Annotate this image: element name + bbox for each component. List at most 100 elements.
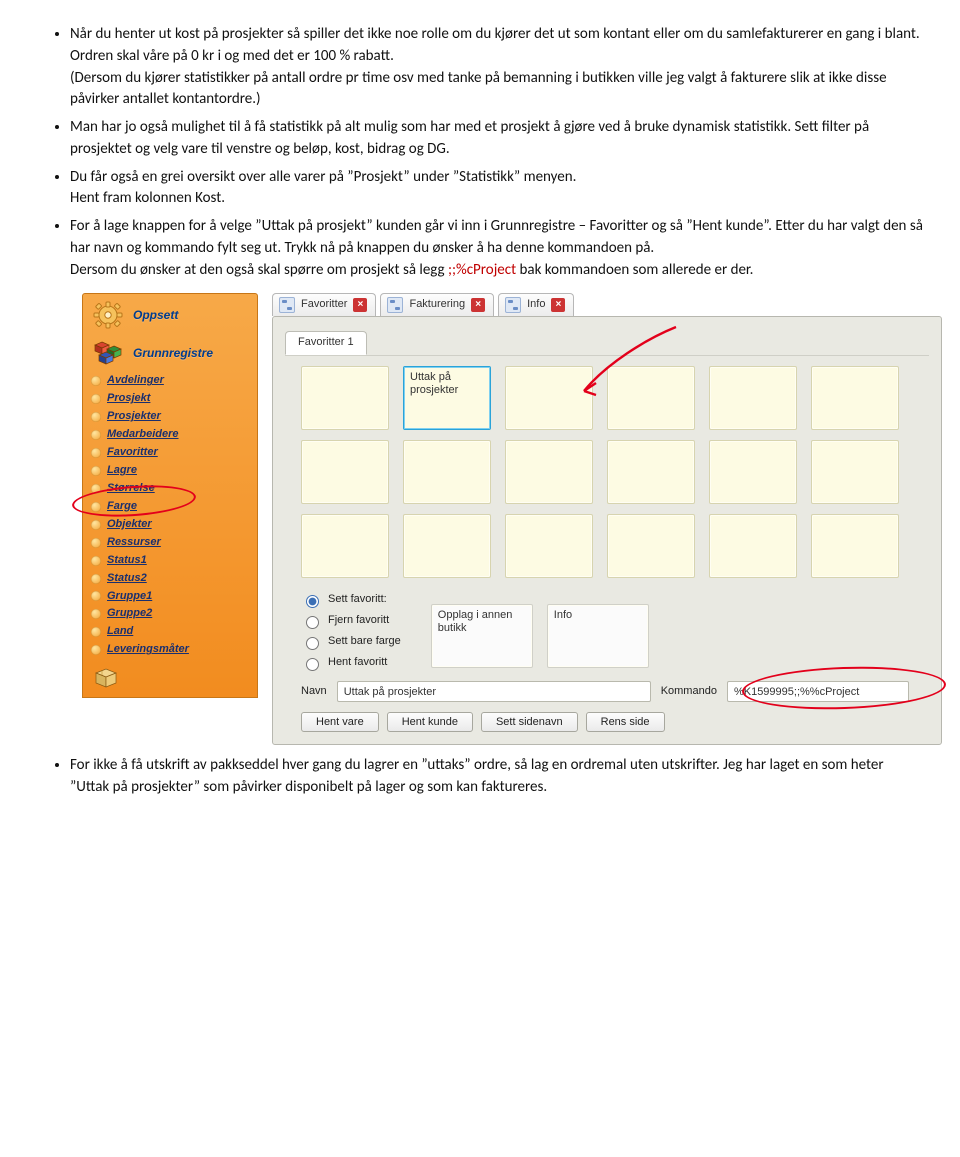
workarea: Favoritter × Fakturering × Info × Favoritte…	[264, 293, 942, 745]
fav-cell[interactable]	[709, 366, 797, 430]
sidebar-item-label: Leveringsmåter	[107, 642, 189, 658]
sidebar-item-favoritter[interactable]: Favoritter	[91, 444, 257, 462]
fav-cell[interactable]	[505, 440, 593, 504]
sidebar-item-label: Prosjekter	[107, 409, 161, 425]
sidebar-item-gruppe1[interactable]: Gruppe1	[91, 588, 257, 606]
sidebar-oppsett-label: Oppsett	[133, 307, 178, 324]
sett-sidenavn-button[interactable]: Sett sidenavn	[481, 712, 578, 732]
radio-label: Fjern favoritt	[328, 613, 389, 629]
sidebar-item-status1[interactable]: Status1	[91, 552, 257, 570]
sidebar-item-leveringsmater[interactable]: Leveringsmåter	[91, 641, 257, 659]
sidebar-grunnregistre-label: Grunnregistre	[133, 345, 213, 362]
radio-sett-favoritt[interactable]: Sett favoritt:	[301, 592, 401, 608]
radio-hent-favoritt[interactable]: Hent favoritt	[301, 655, 401, 671]
fav-cell[interactable]	[403, 440, 491, 504]
bullet-icon	[91, 430, 101, 440]
fav-cell[interactable]	[301, 514, 389, 578]
bullet-icon	[91, 627, 101, 637]
navn-input[interactable]	[337, 681, 651, 702]
blocks-icon	[91, 338, 125, 368]
preview-cell-opplag[interactable]: Opplag i annen butikk	[431, 604, 533, 668]
tab-label: Favoritter	[301, 297, 347, 313]
fav-cell[interactable]	[811, 366, 899, 430]
bullet-4-p1: For å lage knappen for å velge ”Uttak på…	[70, 217, 923, 257]
bullet-icon	[91, 412, 101, 422]
close-icon[interactable]: ×	[551, 298, 565, 312]
radio-label: Sett favoritt:	[328, 592, 387, 608]
sidebar-item-avdelinger[interactable]: Avdelinger	[91, 372, 257, 390]
bullet-1-p1: Når du henter ut kost på prosjekter så s…	[70, 25, 920, 65]
subtab-favoritter-1[interactable]: Favoritter 1	[285, 331, 367, 355]
sidebar-item-label: Lagre	[107, 463, 137, 479]
kommando-input[interactable]	[727, 681, 909, 702]
tab-label: Fakturering	[409, 297, 465, 313]
fav-cell[interactable]	[301, 366, 389, 430]
hent-vare-button[interactable]: Hent vare	[301, 712, 379, 732]
sidebar-item-prosjekt[interactable]: Prosjekt	[91, 390, 257, 408]
sidebar-header-grunnregistre[interactable]: Grunnregistre	[83, 332, 257, 370]
bullet-icon	[91, 609, 101, 619]
radio-label: Sett bare farge	[328, 634, 401, 650]
sidebar-item-gruppe2[interactable]: Gruppe2	[91, 605, 257, 623]
navn-label: Navn	[301, 684, 327, 700]
fav-cell[interactable]	[505, 366, 593, 430]
sidebar-item-status2[interactable]: Status2	[91, 570, 257, 588]
radio-sett-bare-farge[interactable]: Sett bare farge	[301, 634, 401, 650]
bullet-3-p1: Du får også en grei oversikt over alle v…	[70, 168, 576, 186]
bullet-4-p2a: Dersom du ønsker at den også skal spørre…	[70, 261, 448, 279]
bullet-icon	[91, 484, 101, 494]
package-icon	[83, 659, 257, 689]
fav-cell[interactable]	[709, 514, 797, 578]
radio-input[interactable]	[306, 595, 319, 608]
sidebar-item-farge[interactable]: Farge	[91, 498, 257, 516]
radio-input[interactable]	[306, 637, 319, 650]
sidebar-item-label: Medarbeidere	[107, 427, 179, 443]
preview-cell-info[interactable]: Info	[547, 604, 649, 668]
fav-cell[interactable]	[505, 514, 593, 578]
fav-cell[interactable]	[709, 440, 797, 504]
hent-kunde-button[interactable]: Hent kunde	[387, 712, 473, 732]
fav-cell[interactable]	[607, 366, 695, 430]
window-icon	[387, 297, 403, 313]
radio-label: Hent favoritt	[328, 655, 387, 671]
bullet-4: For å lage knappen for å velge ”Uttak på…	[70, 216, 924, 281]
fav-cell[interactable]	[811, 440, 899, 504]
sidebar-header-oppsett[interactable]: Oppsett	[83, 294, 257, 332]
fav-cell[interactable]	[607, 440, 695, 504]
bullet-icon	[91, 556, 101, 566]
bullet-icon	[91, 394, 101, 404]
bullet-3-p2: Hent fram kolonnen Kost.	[70, 189, 225, 207]
preview-cell-label: Opplag i annen butikk	[438, 609, 526, 634]
fav-cell[interactable]	[301, 440, 389, 504]
sidebar-item-ressurser[interactable]: Ressurser	[91, 534, 257, 552]
fav-cell[interactable]	[607, 514, 695, 578]
sidebar-item-prosjekter[interactable]: Prosjekter	[91, 408, 257, 426]
tab-fakturering[interactable]: Fakturering ×	[380, 293, 494, 316]
sidebar-item-label: Avdelinger	[107, 373, 164, 389]
sidebar-item-label: Land	[107, 624, 133, 640]
tab-favoritter[interactable]: Favoritter ×	[272, 293, 376, 316]
fav-cell-selected[interactable]: Uttak på prosjekter	[403, 366, 491, 430]
radio-input[interactable]	[306, 658, 319, 671]
bullet-icon	[91, 538, 101, 548]
close-icon[interactable]: ×	[471, 298, 485, 312]
name-kommando-row: Navn Kommando	[285, 681, 929, 702]
rens-side-button[interactable]: Rens side	[586, 712, 665, 732]
sidebar-item-land[interactable]: Land	[91, 623, 257, 641]
bullet-list-2: For ikke å få utskrift av pakkseddel hve…	[36, 755, 924, 799]
fav-cell[interactable]	[811, 514, 899, 578]
sidebar-item-objekter[interactable]: Objekter	[91, 516, 257, 534]
fav-cell[interactable]	[403, 514, 491, 578]
radio-fjern-favoritt[interactable]: Fjern favoritt	[301, 613, 401, 629]
close-icon[interactable]: ×	[353, 298, 367, 312]
controls-row: Sett favoritt: Fjern favoritt Sett bare …	[285, 592, 929, 671]
sidebar-item-lagre[interactable]: Lagre	[91, 462, 257, 480]
radio-group: Sett favoritt: Fjern favoritt Sett bare …	[301, 592, 401, 671]
sidebar-item-medarbeidere[interactable]: Medarbeidere	[91, 426, 257, 444]
tab-info[interactable]: Info ×	[498, 293, 574, 316]
app-screenshot: Oppsett	[82, 293, 942, 745]
sidebar-item-storrelse[interactable]: Størrelse	[91, 480, 257, 498]
tab-label: Info	[527, 297, 545, 313]
radio-input[interactable]	[306, 616, 319, 629]
bullet-icon	[91, 591, 101, 601]
